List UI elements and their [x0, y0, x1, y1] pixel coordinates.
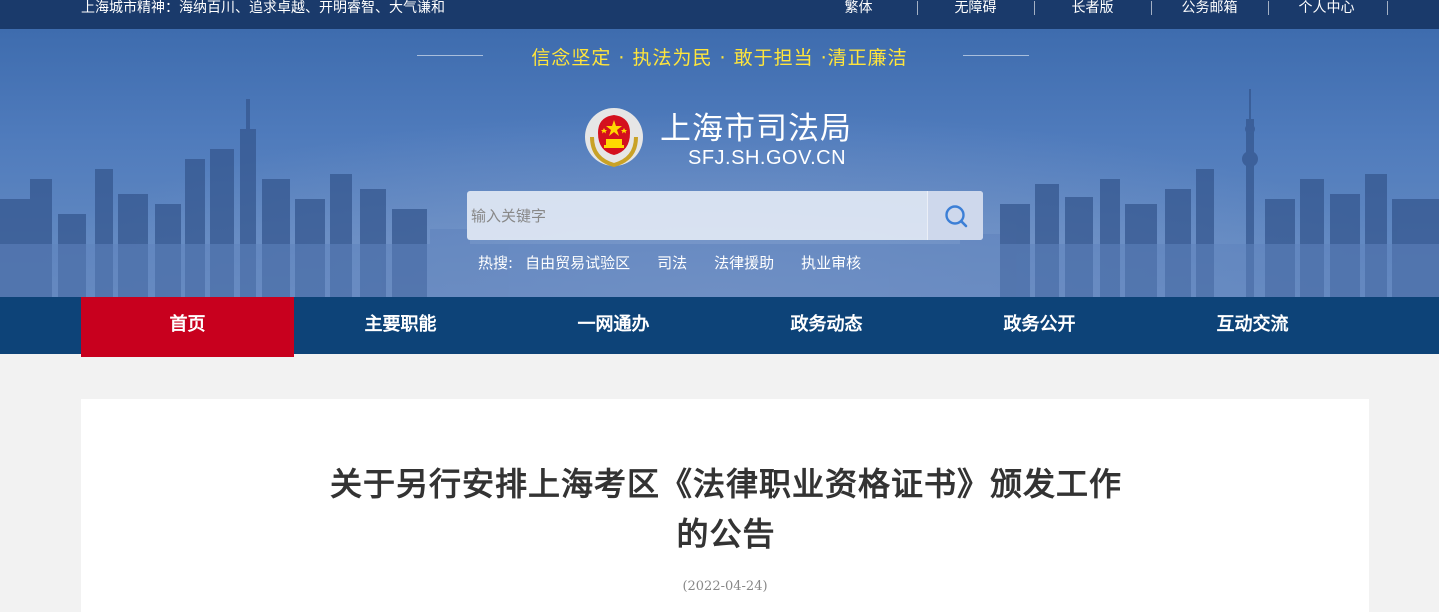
hot-link-practice-review[interactable]: 执业审核	[801, 252, 861, 273]
motto: 信念坚定 · 执法为民 · 敢于担当 ·清正廉洁	[0, 43, 1439, 70]
search-icon	[944, 204, 967, 227]
search-button[interactable]	[927, 191, 983, 240]
header-banner: 信念坚定 · 执法为民 · 敢于担当 ·清正廉洁 上海市司法局 SFJ.SH.G…	[0, 29, 1439, 297]
motto-line-left	[417, 55, 483, 56]
link-accessibility[interactable]: 无障碍	[917, 0, 1034, 18]
link-traditional-chinese[interactable]: 繁体	[800, 0, 917, 18]
site-title: 上海市司法局	[660, 111, 852, 146]
hot-search: 热搜: 自由贸易试验区 司法 法律援助 执业审核	[478, 252, 888, 273]
top-bar: 上海城市精神：海纳百川、追求卓越、开明睿智、大气谦和 繁体 无障碍 长者版 公务…	[0, 0, 1439, 29]
hot-link-judicial[interactable]: 司法	[657, 252, 687, 273]
nav-item-government-disclosure[interactable]: 政务公开	[933, 297, 1146, 354]
nav-item-one-stop-service[interactable]: 一网通办	[507, 297, 720, 354]
site-domain: SFJ.SH.GOV.CN	[688, 147, 847, 169]
search-input[interactable]	[467, 191, 927, 240]
motto-text: 信念坚定 · 执法为民 · 敢于担当 ·清正廉洁	[531, 47, 908, 69]
article-panel: 关于另行安排上海考区《法律职业资格证书》颁发工作的公告 (2022-04-24)	[81, 399, 1369, 612]
hot-search-label: 热搜:	[478, 254, 514, 272]
divider	[1387, 1, 1388, 15]
article-title: 关于另行安排上海考区《法律职业资格证书》颁发工作的公告	[329, 465, 1122, 553]
hot-link-free-trade-zone[interactable]: 自由贸易试验区	[525, 252, 630, 273]
top-links: 繁体 无障碍 长者版 公务邮箱 个人中心	[800, 0, 1388, 18]
link-official-email[interactable]: 公务邮箱	[1151, 0, 1268, 18]
search-box	[467, 191, 983, 240]
link-personal-center[interactable]: 个人中心	[1268, 0, 1385, 18]
nav-item-home[interactable]: 首页	[81, 297, 294, 357]
city-spirit-text: 上海城市精神：海纳百川、追求卓越、开明睿智、大气谦和	[81, 0, 445, 16]
article-date: (2022-04-24)	[682, 579, 768, 594]
nav-item-interaction[interactable]: 互动交流	[1146, 297, 1359, 354]
nav-item-main-functions[interactable]: 主要职能	[294, 297, 507, 354]
motto-line-right	[963, 55, 1029, 56]
nav-item-government-news[interactable]: 政务动态	[720, 297, 933, 354]
court-emblem-icon	[584, 107, 644, 169]
main-nav: 首页 主要职能 一网通办 政务动态 政务公开 互动交流	[0, 297, 1439, 357]
hot-link-legal-aid[interactable]: 法律援助	[714, 252, 774, 273]
link-elder-version[interactable]: 长者版	[1034, 0, 1151, 18]
